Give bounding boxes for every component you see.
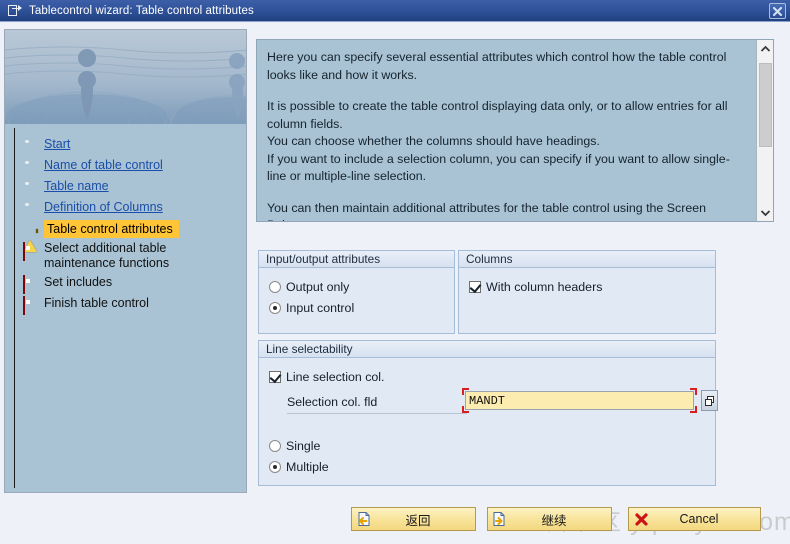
water-droplet-ripple-image (5, 30, 246, 124)
sidebar-item-start[interactable]: Start (15, 134, 238, 155)
back-button[interactable]: 返回 (351, 507, 476, 531)
group-line-selectability: Line selectability Line selection col. S… (258, 340, 718, 486)
red-square-icon (23, 296, 36, 315)
selection-col-field-input[interactable] (465, 391, 694, 410)
scrollbar-track[interactable] (757, 57, 773, 204)
radio-label: Multiple (286, 459, 329, 474)
group-title: Input/output attributes (259, 251, 454, 268)
description-paragraph: It is possible to create the table contr… (267, 99, 730, 183)
document-forward-arrow-icon (489, 508, 511, 530)
radio-label: Single (286, 438, 321, 453)
document-back-arrow-icon (353, 508, 375, 530)
yellow-warning-triangle-icon (23, 222, 37, 252)
sidebar-item-label: Finish table control (44, 296, 149, 310)
document-arrow-icon (7, 4, 23, 18)
description-paragraph: You can then maintain additional attribu… (267, 200, 707, 222)
continue-button-label: 继续 (541, 513, 567, 528)
radio-output-only[interactable]: Output only (269, 276, 444, 297)
continue-button[interactable]: 继续 (487, 507, 612, 531)
radio-multiple[interactable]: Multiple (269, 456, 705, 477)
scrollbar-thumb[interactable] (759, 63, 772, 147)
sidebar-item-table-control-attributes[interactable]: Table control attributes (15, 218, 238, 252)
green-sphere-icon (23, 159, 36, 172)
description-text: Here you can specify several essential a… (257, 40, 756, 221)
selection-col-field-row: Selection col. fld (269, 388, 718, 417)
description-paragraph: Here you can specify several essential a… (267, 50, 727, 82)
checkbox-line-selection-col[interactable]: Line selection col. (269, 366, 705, 387)
wizard-dialog: Tablecontrol wizard: Table control attri… (0, 0, 790, 544)
sidebar-item-set-includes[interactable]: Set includes (15, 272, 238, 294)
green-sphere-icon (23, 201, 36, 214)
cancel-button-label: Cancel (679, 512, 719, 526)
sidebar-item-label: Start (44, 137, 71, 151)
radio-button[interactable] (269, 439, 281, 452)
cancel-button[interactable]: Cancel (628, 507, 761, 531)
sidebar-item-label: Name of table control (44, 158, 163, 172)
radio-button[interactable] (269, 280, 281, 293)
window-titlebar: Tablecontrol wizard: Table control attri… (0, 0, 790, 22)
checkbox-with-column-headers[interactable]: With column headers (469, 276, 705, 297)
sidebar-item-label: Select additional table maintenance func… (44, 241, 170, 270)
dialog-button-bar: 返回 继续 Cancel (0, 498, 790, 544)
radio-label: Output only (286, 279, 350, 294)
sidebar-item-definition-of-columns[interactable]: Definition of Columns (15, 197, 238, 218)
close-icon[interactable] (769, 3, 786, 19)
red-square-icon (23, 275, 36, 294)
description-scrollbar[interactable] (756, 40, 773, 221)
description-panel: Here you can specify several essential a… (256, 39, 774, 222)
radio-button[interactable] (269, 460, 281, 473)
green-sphere-icon (23, 180, 36, 193)
sidebar-item-name-of-table-control[interactable]: Name of table control (15, 155, 238, 176)
sidebar-item-select-additional-table-maintenance-functions[interactable]: Select additional table maintenance func… (15, 239, 238, 272)
sidebar-item-label: Definition of Columns (44, 200, 163, 214)
sidebar-item-finish-table-control[interactable]: Finish table control (15, 293, 238, 315)
red-square-icon (23, 242, 36, 261)
sidebar-item-label: Set includes (44, 275, 113, 289)
sidebar-item-label: Table control attributes (44, 219, 179, 238)
radio-input-control[interactable]: Input control (269, 297, 444, 318)
selection-col-field-label: Selection col. fld (287, 395, 467, 414)
sidebar-item-table-name[interactable]: Table name (15, 176, 238, 197)
radio-label: Input control (286, 300, 355, 315)
red-x-icon (630, 508, 652, 530)
search-help-icon[interactable] (701, 390, 718, 411)
group-columns: Columns With column headers (458, 250, 716, 334)
window-title: Tablecontrol wizard: Table control attri… (29, 4, 254, 17)
radio-single[interactable]: Single (269, 435, 705, 456)
wizard-step-list: Start Name of table control Table name D… (14, 128, 238, 488)
checkbox-label: With column headers (486, 279, 603, 294)
green-sphere-icon (23, 138, 36, 151)
checkbox[interactable] (469, 280, 481, 293)
back-button-label: 返回 (405, 513, 431, 528)
checkbox[interactable] (269, 370, 281, 383)
checkbox-label: Line selection col. (286, 369, 385, 384)
sidebar-item-label: Table name (44, 179, 109, 193)
radio-button[interactable] (269, 301, 281, 314)
group-title: Columns (459, 251, 715, 268)
group-input-output-attributes: Input/output attributes Output only Inpu… (258, 250, 455, 334)
chevron-down-icon[interactable] (757, 204, 773, 221)
group-title: Line selectability (259, 341, 715, 358)
chevron-up-icon[interactable] (757, 40, 773, 57)
wizard-sidebar: Start Name of table control Table name D… (4, 29, 247, 493)
